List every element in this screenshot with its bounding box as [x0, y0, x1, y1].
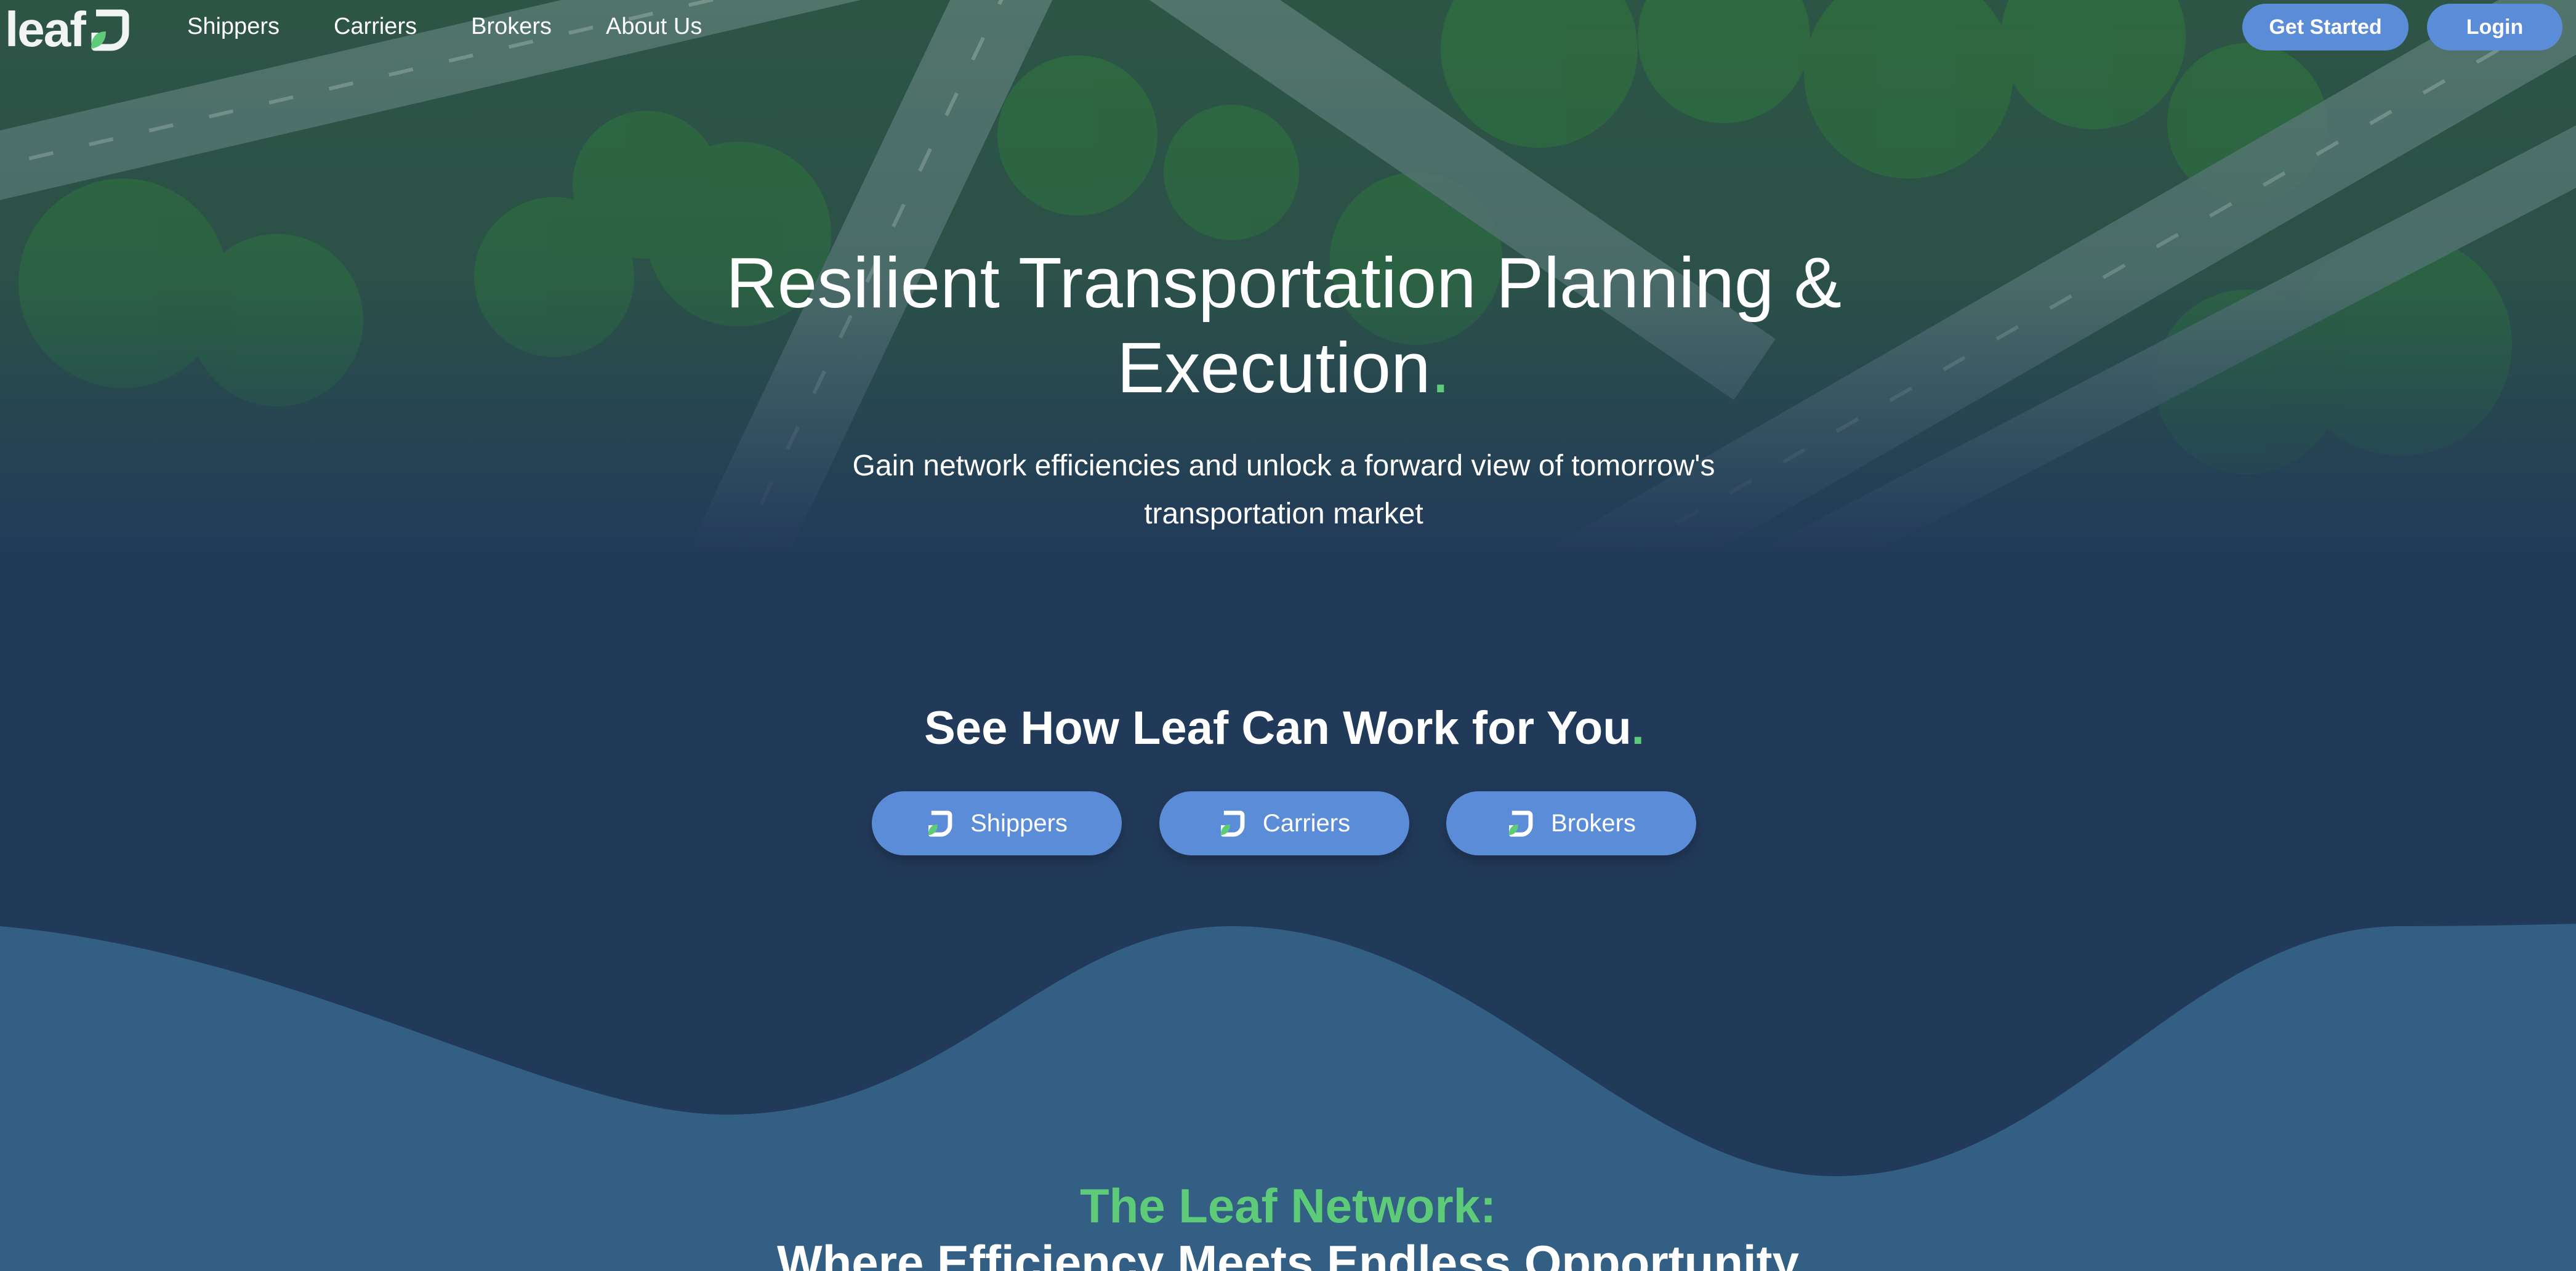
- nav-link-carriers[interactable]: Carriers: [334, 11, 417, 42]
- shippers-button[interactable]: Shippers: [872, 791, 1122, 855]
- see-how-title-text: See How Leaf Can Work for You: [924, 702, 1632, 754]
- nav-link-about-us[interactable]: About Us: [606, 11, 702, 42]
- top-navigation: leaf Shippers Carriers Brokers About Us …: [0, 0, 2576, 55]
- hero-subtitle-line-1: Gain network efficiencies and unlock a f…: [852, 450, 1715, 482]
- logo-wordmark: leaf: [5, 2, 86, 57]
- carriers-button[interactable]: Carriers: [1159, 791, 1409, 855]
- hero-title-dot: .: [1430, 328, 1451, 408]
- leaf-logo-icon: [91, 9, 129, 51]
- leaf-logo-icon: [1508, 810, 1533, 837]
- hero-subtitle: Gain network efficiencies and unlock a f…: [788, 442, 1779, 538]
- nav-link-brokers[interactable]: Brokers: [471, 11, 552, 42]
- network-title: The Leaf Network:: [1079, 1179, 1497, 1233]
- network-subtitle: Where Efficiency Meets Endless Opportuni…: [776, 1235, 1799, 1271]
- page: leaf Shippers Carriers Brokers About Us …: [0, 0, 2576, 1271]
- nav-link-shippers[interactable]: Shippers: [187, 11, 280, 42]
- leaf-logo-icon: [928, 810, 952, 837]
- brokers-button-label: Brokers: [1551, 809, 1636, 837]
- nav-links: Shippers Carriers Brokers About Us: [187, 11, 702, 42]
- hero-title-text: Resilient Transportation Planning & Exec…: [726, 243, 1841, 408]
- shippers-button-label: Shippers: [970, 809, 1068, 837]
- get-started-button[interactable]: Get Started: [2242, 4, 2409, 50]
- see-how-title-dot: .: [1631, 702, 1644, 754]
- carriers-button-label: Carriers: [1262, 809, 1351, 837]
- brokers-button[interactable]: Brokers: [1446, 791, 1696, 855]
- see-how-title: See How Leaf Can Work for You.: [739, 695, 1830, 762]
- login-button[interactable]: Login: [2427, 4, 2562, 50]
- hero-subtitle-line-2: transportation market: [1144, 498, 1423, 530]
- leaf-logo[interactable]: leaf: [5, 5, 129, 54]
- hero-title: Resilient Transportation Planning & Exec…: [646, 240, 1921, 410]
- audience-buttons: Shippers Carriers Brokers: [0, 791, 2576, 855]
- leaf-logo-icon: [1220, 810, 1245, 837]
